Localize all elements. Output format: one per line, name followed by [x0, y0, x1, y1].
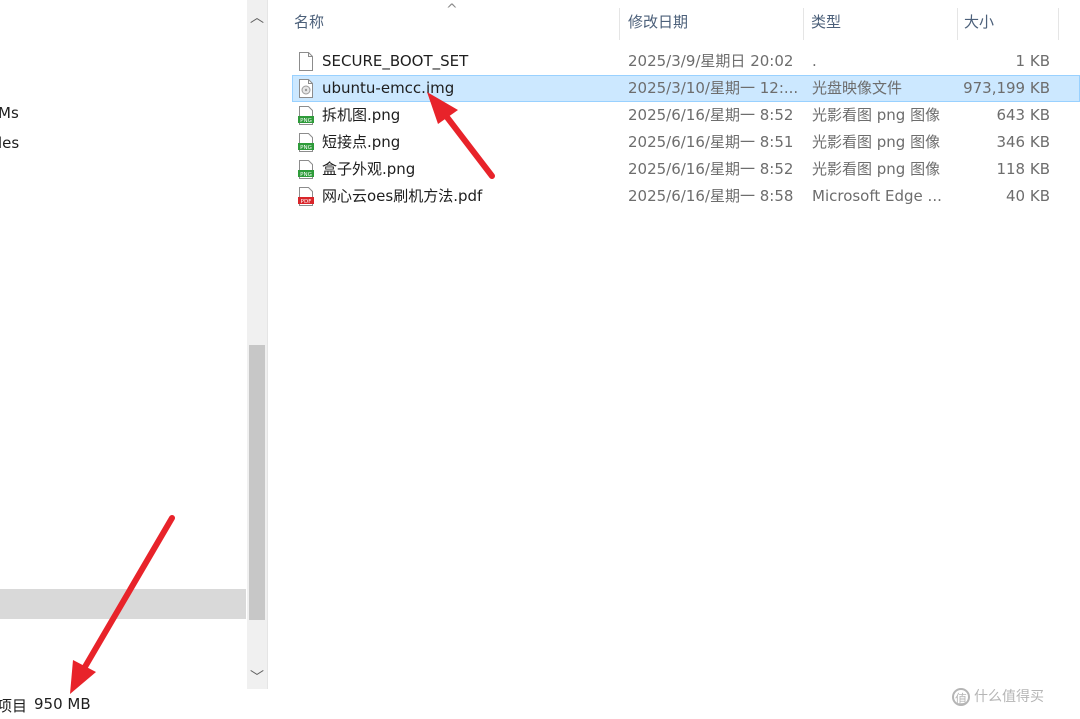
png-icon: PNG: [298, 160, 314, 179]
column-divider[interactable]: [803, 8, 804, 40]
svg-text:PNG: PNG: [300, 172, 312, 178]
status-selected-size: 950 MB: [34, 695, 91, 713]
file-date: 2025/3/9/星期日 20:02: [628, 52, 794, 70]
column-divider[interactable]: [1058, 8, 1059, 40]
file-size: 40 KB: [1006, 187, 1050, 205]
file-row-selected[interactable]: ubuntu-emcc.img 2025/3/10/星期一 12:... 光盘映…: [292, 75, 1080, 102]
pdf-icon: PDF: [298, 187, 314, 206]
file-size: 643 KB: [996, 106, 1050, 124]
file-size: 346 KB: [996, 133, 1050, 151]
file-size: 973,199 KB: [963, 79, 1050, 97]
column-header-date[interactable]: 修改日期: [628, 0, 798, 44]
file-type: .: [812, 52, 817, 70]
file-name: 网心云oes刷机方法.pdf: [322, 187, 483, 205]
file-size: 1 KB: [1015, 52, 1050, 70]
file-type: 光影看图 png 图像: [812, 160, 941, 178]
file-type: 光影看图 png 图像: [812, 133, 941, 151]
png-icon: PNG: [298, 133, 314, 152]
file-type: 光影看图 png 图像: [812, 106, 941, 124]
column-header-name[interactable]: 名称: [294, 0, 614, 44]
file-date: 2025/6/16/星期一 8:52: [628, 160, 794, 178]
file-name: 盒子外观.png: [322, 160, 416, 178]
svg-text:PNG: PNG: [300, 118, 312, 124]
file-type: 光盘映像文件: [812, 79, 903, 97]
file-row[interactable]: PNG 短接点.png 2025/6/16/星期一 8:51 光影看图 png …: [292, 129, 1080, 156]
file-type: Microsoft Edge ...: [812, 187, 942, 205]
file-name: ubuntu-emcc.img: [322, 79, 455, 97]
png-icon: PNG: [298, 106, 314, 125]
column-header-type[interactable]: 类型: [811, 0, 951, 44]
file-size: 118 KB: [996, 160, 1050, 178]
svg-text:PDF: PDF: [301, 199, 312, 205]
file-name: 拆机图.png: [322, 106, 401, 124]
file-name: 短接点.png: [322, 133, 401, 151]
file-date: 2025/3/10/星期一 12:...: [628, 79, 799, 97]
file-row[interactable]: SECURE_BOOT_SET 2025/3/9/星期日 20:02 . 1 K…: [292, 48, 1080, 75]
file-name: SECURE_BOOT_SET: [322, 52, 469, 70]
nav-item-2[interactable]: les: [0, 130, 19, 156]
nav-item-selected[interactable]: [0, 589, 246, 619]
column-divider[interactable]: [619, 8, 620, 40]
svg-text:PNG: PNG: [300, 145, 312, 151]
status-bar: 项目 950 MB: [0, 689, 1080, 719]
navigation-pane[interactable]: Ms les: [0, 0, 246, 689]
file-icon: [299, 52, 313, 71]
nav-scrollbar[interactable]: ︿ ﹀: [247, 0, 267, 689]
file-date: 2025/6/16/星期一 8:58: [628, 187, 794, 205]
watermark-logo-icon: 值: [952, 688, 970, 706]
file-date: 2025/6/16/星期一 8:52: [628, 106, 794, 124]
watermark: 值什么值得买: [952, 686, 1044, 708]
file-row[interactable]: PNG 拆机图.png 2025/6/16/星期一 8:52 光影看图 png …: [292, 102, 1080, 129]
file-row[interactable]: PDF 网心云oes刷机方法.pdf 2025/6/16/星期一 8:58 Mi…: [292, 183, 1080, 210]
status-items-label: 项目: [0, 697, 28, 715]
file-list-pane[interactable]: ^ 名称 修改日期 类型 大小 SECURE_BOOT_SET 2025/3/9…: [268, 0, 1080, 689]
watermark-text: 什么值得买: [974, 689, 1044, 705]
scrollbar-thumb[interactable]: [249, 345, 265, 620]
column-header-size[interactable]: 大小: [964, 0, 1054, 44]
file-date: 2025/6/16/星期一 8:51: [628, 133, 794, 151]
scroll-up-icon[interactable]: ︿: [247, 8, 267, 28]
scroll-down-icon[interactable]: ﹀: [247, 668, 267, 688]
file-row[interactable]: PNG 盒子外观.png 2025/6/16/星期一 8:52 光影看图 png…: [292, 156, 1080, 183]
nav-item-1[interactable]: Ms: [0, 100, 19, 126]
column-divider[interactable]: [957, 8, 958, 40]
disc-image-icon: [299, 79, 313, 98]
